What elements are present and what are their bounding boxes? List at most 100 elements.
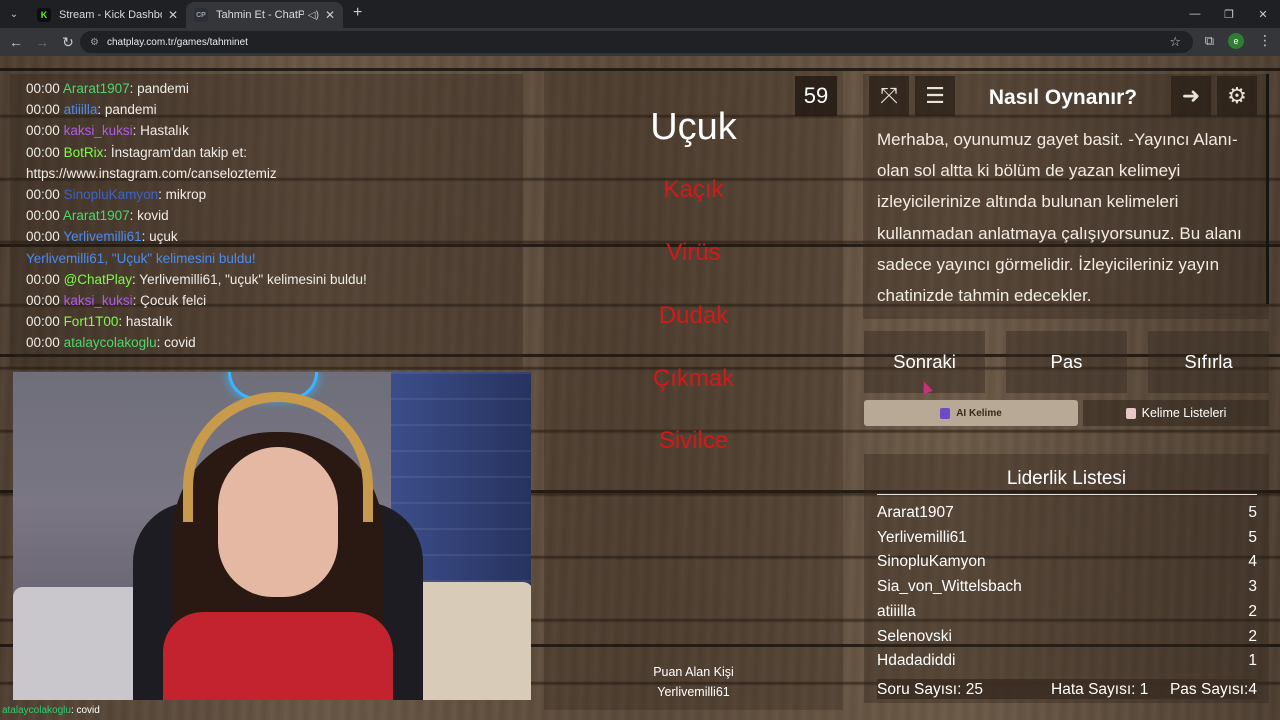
how-to-play-panel: ⤧ ☰ Nasıl Oynanır? ➜ ⚙ Merhaba, oyunumuz… [863, 74, 1269, 319]
chat-username[interactable]: Yerlivemilli61 [63, 229, 141, 244]
chat-timestamp: 00:00 [26, 144, 60, 160]
tab-chatplay[interactable]: CP Tahmin Et - ChatPlay ◁) ✕ [186, 2, 343, 28]
minimize-icon[interactable]: — [1178, 8, 1212, 20]
chat-timestamp: 00:00 [26, 123, 60, 139]
chat-text: : Çocuk felci [132, 293, 207, 309]
panel-scrollbar[interactable] [1266, 74, 1269, 304]
chat-username[interactable]: atalaycolakoglu [64, 335, 157, 350]
sofa [13, 587, 153, 700]
chat-message: 00:00 @ChatPlay: Yerlivemilli61, "uçuk" … [26, 269, 523, 290]
chat-username[interactable]: Ararat1907 [63, 81, 130, 96]
new-tab-icon[interactable]: + [353, 4, 362, 22]
scorer-label: Puan Alan Kişi [653, 665, 734, 679]
question-count: Soru Sayısı: 25 [877, 681, 983, 699]
word-lists-button[interactable]: Kelime Listeleri [1083, 400, 1269, 426]
chat-text: Yerlivemilli61, "Uçuk" kelimesini buldu! [26, 250, 256, 266]
player-name: Selenovski [877, 628, 952, 645]
exit-icon[interactable]: ➜ [1171, 76, 1211, 116]
chat-timestamp: 00:00 [26, 335, 60, 351]
ai-word-button[interactable]: AI Kelime [864, 400, 1078, 426]
restore-icon[interactable]: ❐ [1212, 8, 1246, 21]
player-score: 5 [1248, 529, 1257, 546]
chat-username[interactable]: SinopluKamyon [64, 187, 159, 202]
chat-text: : pandemi [129, 81, 189, 96]
site-info-icon[interactable]: ⚙ [90, 37, 99, 48]
chat-timestamp: 00:00 [26, 293, 60, 309]
bookmark-star-icon[interactable]: ☆ [1169, 34, 1181, 50]
chat-message: 00:00 Yerlivemilli61: uçuk [26, 226, 523, 247]
speaker-icon[interactable]: ◁) [308, 10, 319, 21]
caption-text: : covid [70, 705, 100, 716]
chat-username[interactable]: atiiilla [64, 102, 98, 117]
close-window-icon[interactable]: ✕ [1246, 8, 1280, 21]
robot-icon [940, 407, 951, 419]
chat-system-message: Yerlivemilli61, "Uçuk" kelimesini buldu! [26, 248, 523, 269]
player-score: 2 [1248, 603, 1257, 620]
streamer-top [163, 612, 393, 700]
chat-panel: 00:00 Ararat1907: pandemi 00:00 atiiilla:… [10, 74, 523, 370]
chat-message: 00:00 kaksi_kuksi: Çocuk felci [26, 290, 523, 311]
chat-username[interactable]: Ararat1907 [63, 208, 130, 223]
scorer-box: Puan Alan Kişi Yerlivemilli61 [544, 662, 843, 702]
leaderboard-row: Ararat1907 5 [877, 504, 1257, 522]
settings-gear-icon[interactable]: ⚙ [1217, 76, 1257, 116]
chat-message: 00:00 BotRix: İnstagram'dan takip et: [26, 142, 523, 163]
extensions-icon[interactable]: ⧉ [1205, 33, 1214, 49]
player-name: Ararat1907 [877, 504, 954, 521]
error-count: Hata Sayısı: 1 Pas Sayısı:4 [1051, 681, 1257, 699]
chat-timestamp: 00:00 [26, 208, 60, 224]
browser-tab-bar: ⌄ K Stream - Kick Dashboard ✕ CP Tahmin … [0, 0, 1280, 28]
chat-text: : İnstagram'dan takip et: [103, 144, 247, 160]
error-count-value: 1 [1139, 681, 1149, 698]
notes-icon[interactable]: ☰ [915, 76, 955, 116]
chat-text: : Yerlivemilli61, "uçuk" kelimesini buld… [132, 271, 367, 287]
caption-username: atalaycolakoglu [2, 705, 71, 716]
scorer-name: Yerlivemilli61 [657, 685, 730, 699]
taboo-word: Dudak [658, 302, 729, 329]
more-menu-icon[interactable]: ⋮ [1258, 32, 1272, 49]
taboo-word: Kaçık [663, 176, 724, 203]
player-score: 3 [1248, 578, 1257, 595]
player-score: 5 [1248, 504, 1257, 521]
back-icon[interactable]: ← [4, 34, 28, 50]
clipboard-icon [1125, 407, 1136, 419]
pass-button[interactable]: Pas [1006, 331, 1127, 393]
tab-search-icon[interactable]: ⌄ [5, 5, 23, 23]
close-tab-icon[interactable]: ✕ [325, 8, 335, 22]
chat-text: : mikrop [158, 187, 207, 203]
player-name: SinopluKamyon [877, 553, 986, 570]
leaderboard-row: SinopluKamyon 4 [877, 553, 1257, 571]
chat-username[interactable]: @ChatPlay [64, 272, 132, 287]
chat-timestamp: 00:00 [26, 271, 60, 287]
chat-text: https://www.instagram.com/canseloztemiz [26, 165, 277, 181]
tab-kick-dashboard[interactable]: K Stream - Kick Dashboard ✕ [29, 2, 186, 28]
pass-count-value: 4 [1248, 681, 1257, 698]
leaderboard-title: Liderlik Listesi [1006, 468, 1127, 489]
reload-icon[interactable]: ↻ [56, 34, 80, 51]
chat-text: : pandemi [97, 102, 157, 118]
pass-count-label: Pas Sayısı: [1169, 681, 1249, 698]
chat-message: https://www.instagram.com/canseloztemiz [26, 163, 523, 184]
close-tab-icon[interactable]: ✕ [168, 8, 178, 22]
chat-username[interactable]: kaksi_kuksi [64, 293, 133, 308]
question-count-label: Soru Sayısı: [877, 681, 962, 698]
chat-message: 00:00 Ararat1907: pandemi [26, 78, 523, 99]
profile-avatar[interactable]: e [1228, 32, 1244, 49]
question-count-value: 25 [965, 681, 983, 698]
chat-timestamp: 00:00 [26, 102, 60, 118]
url-text: chatplay.com.tr/games/tahminet [106, 36, 248, 48]
ai-word-label: AI Kelime [956, 407, 1002, 419]
chat-username[interactable]: BotRix [64, 145, 104, 160]
chat-text: : kovid [129, 208, 169, 224]
player-score: 4 [1248, 553, 1257, 570]
reset-button[interactable]: Sıfırla [1148, 331, 1269, 393]
taboo-word: Virüs [666, 239, 721, 266]
forward-icon[interactable]: → [30, 34, 54, 50]
chat-username[interactable]: kaksi_kuksi [64, 123, 133, 138]
word-lists-label: Kelime Listeleri [1141, 406, 1227, 420]
chat-username[interactable]: Fort1T00 [64, 314, 119, 329]
kick-favicon-icon: K [37, 8, 51, 22]
address-bar[interactable]: ⚙ chatplay.com.tr/games/tahminet ☆ [80, 31, 1193, 53]
fullscreen-icon[interactable]: ⤧ [869, 76, 909, 116]
chat-timestamp: 00:00 [26, 81, 60, 96]
